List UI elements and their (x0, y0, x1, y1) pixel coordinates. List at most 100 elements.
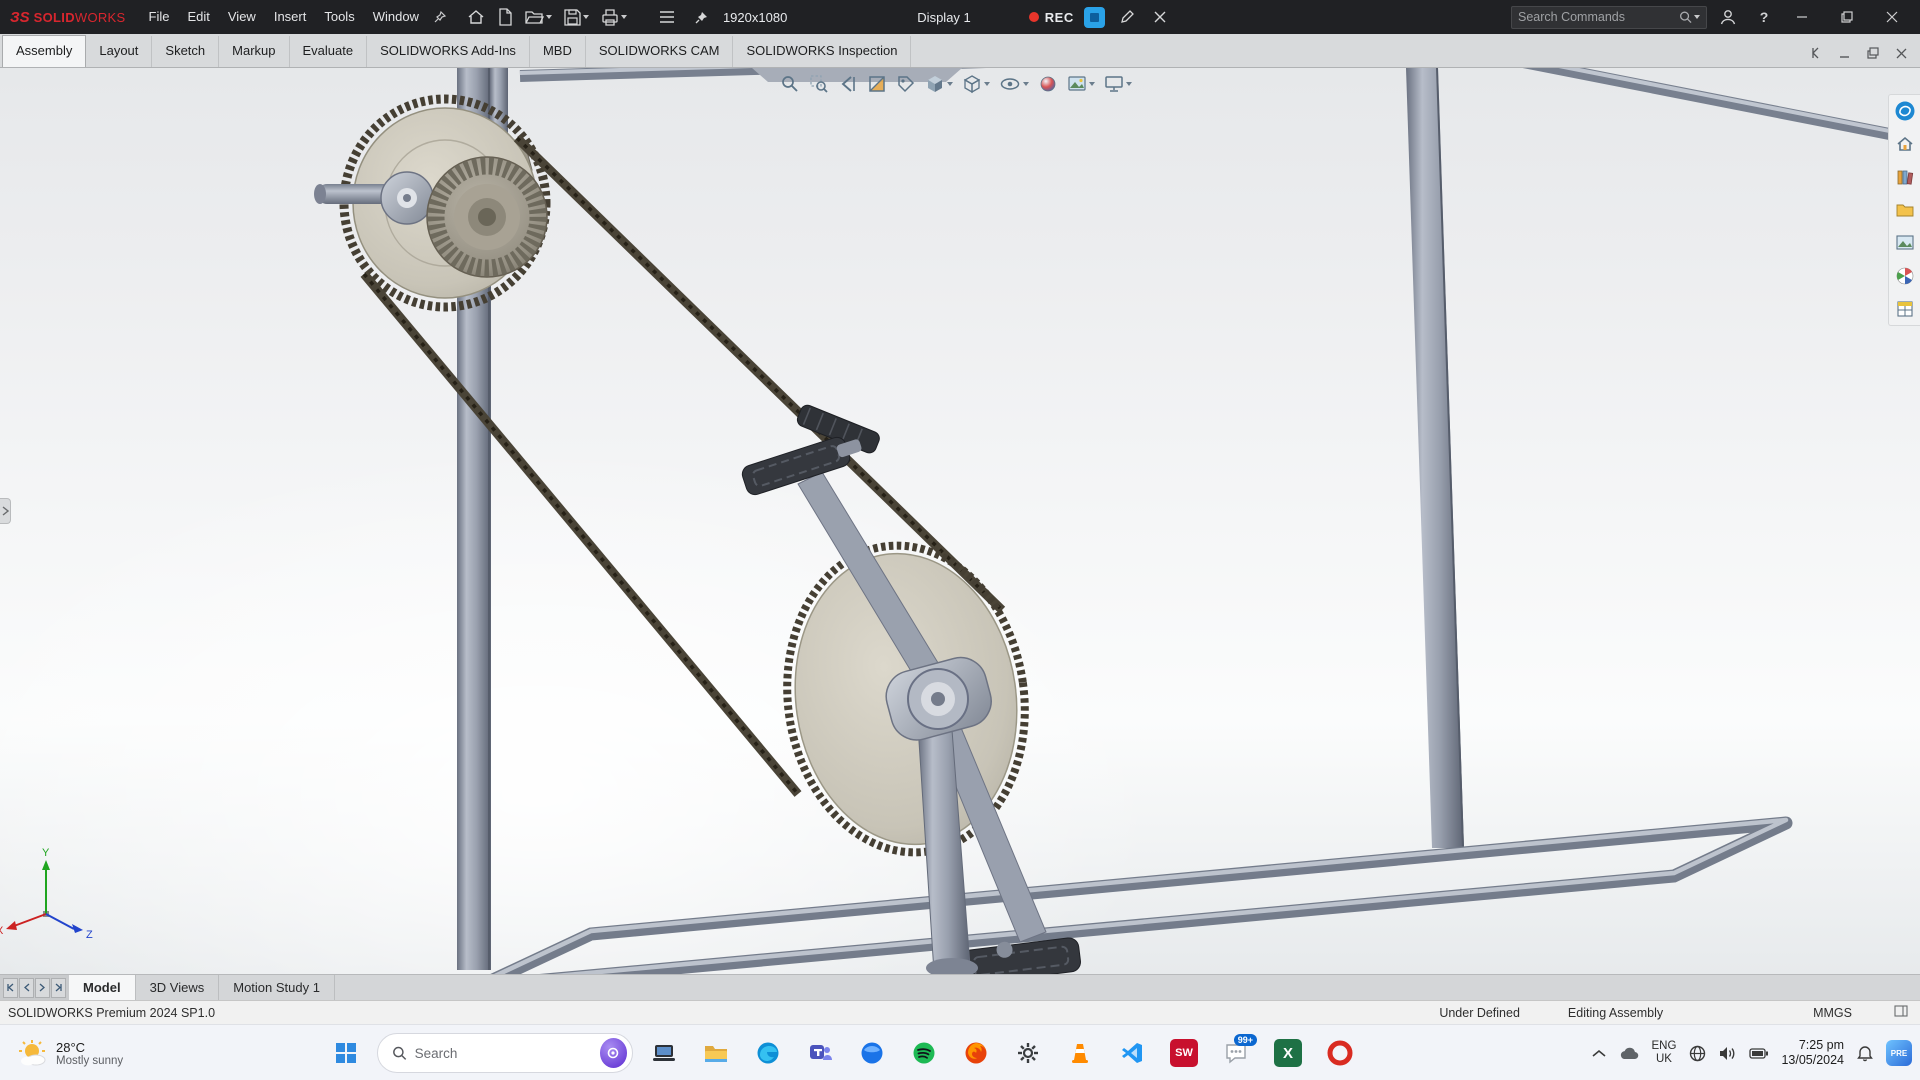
recorder-pin-icon[interactable] (690, 3, 713, 31)
clock[interactable]: 7:25 pm 13/05/2024 (1781, 1038, 1844, 1068)
volume-icon[interactable] (1719, 1046, 1736, 1061)
menu-file[interactable]: File (140, 0, 179, 34)
display-style-caret-icon[interactable] (984, 82, 990, 86)
menu-tools[interactable]: Tools (315, 0, 363, 34)
frame-post-right[interactable] (1406, 68, 1464, 848)
tab-solidworks-add-ins[interactable]: SOLIDWORKS Add-Ins (367, 36, 530, 67)
taskbar-app-vlc-icon[interactable] (1059, 1032, 1101, 1074)
taskbar-app-teams-icon[interactable] (799, 1032, 841, 1074)
zoom-to-fit-icon[interactable] (778, 72, 802, 96)
view-orientation-caret-icon[interactable] (947, 82, 953, 86)
file-explorer-pane-icon[interactable] (1893, 198, 1917, 222)
apply-scene-icon[interactable] (1065, 72, 1097, 96)
hide-show-caret-icon[interactable] (1023, 82, 1029, 86)
frame-base[interactable] (480, 820, 1786, 974)
menu-insert[interactable]: Insert (265, 0, 316, 34)
open-button[interactable] (520, 3, 557, 31)
open-caret-icon[interactable] (546, 15, 552, 19)
units-selector[interactable]: MMGS (1813, 1006, 1852, 1020)
start-button[interactable] (325, 1032, 367, 1074)
menu-window[interactable]: Window (364, 0, 428, 34)
taskbar-app-file-explorer-icon[interactable] (695, 1032, 737, 1074)
tab-assembly[interactable]: Assembly (2, 35, 86, 67)
help-icon[interactable]: ? (1749, 3, 1779, 31)
print-caret-icon[interactable] (621, 15, 627, 19)
new-document-button[interactable] (492, 3, 518, 31)
feature-manager-collapsed-tab[interactable] (0, 498, 11, 524)
taskbar-app-laptop-icon[interactable] (643, 1032, 685, 1074)
appearances-scenes-icon[interactable] (1893, 264, 1917, 288)
first-tab-button[interactable] (3, 978, 18, 998)
taskbar-app-vscode-icon[interactable] (1111, 1032, 1153, 1074)
tab-3d-views[interactable]: 3D Views (136, 975, 220, 1000)
doc-minimize-icon[interactable] (1836, 45, 1854, 61)
solidworks-resources-icon[interactable] (1893, 132, 1917, 156)
taskbar-search-input[interactable] (415, 1046, 592, 1061)
reference-triad[interactable]: Y X Z (0, 847, 93, 941)
tab-layout[interactable]: Layout (86, 36, 152, 67)
copilot-preview-icon[interactable]: PRE (1886, 1040, 1912, 1066)
close-button[interactable] (1869, 0, 1914, 34)
menu-view[interactable]: View (219, 0, 265, 34)
save-button[interactable] (559, 3, 594, 31)
tray-chevron-up-icon[interactable] (1592, 1049, 1606, 1058)
frame-top-rail[interactable] (520, 68, 1920, 140)
onedrive-icon[interactable] (1619, 1046, 1639, 1060)
tab-markup[interactable]: Markup (219, 36, 289, 67)
dynamic-annotations-icon[interactable] (894, 72, 918, 96)
search-commands-input[interactable] (1518, 10, 1679, 24)
custom-properties-icon[interactable] (1893, 297, 1917, 321)
tab-mbd[interactable]: MBD (530, 36, 586, 67)
taskbar-app-browser-icon[interactable] (851, 1032, 893, 1074)
tab-motion-study-1[interactable]: Motion Study 1 (219, 975, 335, 1000)
taskbar-app-settings-icon[interactable] (1007, 1032, 1049, 1074)
section-view-icon[interactable] (865, 72, 889, 96)
record-button[interactable]: REC (1029, 10, 1074, 25)
doc-previous-icon[interactable] (1808, 45, 1826, 61)
bevel-gear[interactable] (427, 157, 547, 277)
menu-edit[interactable]: Edit (178, 0, 218, 34)
language-indicator[interactable]: ENG UK (1652, 1040, 1677, 1066)
search-highlight-app-icon[interactable] (600, 1038, 627, 1068)
taskbar-app-solidworks-icon[interactable]: SW (1163, 1032, 1205, 1074)
apply-scene-caret-icon[interactable] (1089, 82, 1095, 86)
taskbar-app-record-icon[interactable] (1319, 1032, 1361, 1074)
3dexperience-icon[interactable] (1893, 99, 1917, 123)
tab-evaluate[interactable]: Evaluate (290, 36, 368, 67)
notifications-icon[interactable] (1857, 1045, 1873, 1062)
maximize-button[interactable] (1824, 0, 1869, 34)
view-orientation-icon[interactable] (923, 72, 955, 96)
display-style-icon[interactable] (960, 72, 992, 96)
graphics-area[interactable]: Y X Z (0, 68, 1920, 974)
taskbar-app-firefox-icon[interactable] (955, 1032, 997, 1074)
minimize-button[interactable] (1779, 0, 1824, 34)
weather-widget[interactable]: 28°C Mostly sunny (8, 1025, 133, 1080)
status-options-icon[interactable] (1894, 1005, 1908, 1020)
doc-restore-icon[interactable] (1864, 45, 1882, 61)
recorder-edit-icon[interactable] (1115, 3, 1139, 31)
tab-solidworks-cam[interactable]: SOLIDWORKS CAM (586, 36, 734, 67)
tab-model[interactable]: Model (69, 975, 136, 1000)
zoom-to-area-icon[interactable] (807, 72, 831, 96)
taskbar-app-spotify-icon[interactable] (903, 1032, 945, 1074)
search-commands-box[interactable] (1511, 6, 1707, 29)
previous-tab-button[interactable] (19, 978, 34, 998)
menu-pin-icon[interactable] (428, 3, 452, 31)
battery-icon[interactable] (1749, 1048, 1768, 1059)
tab-sketch[interactable]: Sketch (152, 36, 219, 67)
print-button[interactable] (596, 3, 632, 31)
search-scope-caret-icon[interactable] (1694, 15, 1700, 19)
tab-solidworks-inspection[interactable]: SOLIDWORKS Inspection (733, 36, 911, 67)
view-settings-caret-icon[interactable] (1126, 82, 1132, 86)
recorder-close-icon[interactable] (1149, 3, 1171, 31)
taskbar-app-chat-icon[interactable]: 99+ (1215, 1032, 1257, 1074)
next-tab-button[interactable] (35, 978, 50, 998)
last-tab-button[interactable] (51, 978, 66, 998)
user-account-icon[interactable] (1713, 3, 1743, 31)
home-button[interactable] (462, 3, 490, 31)
view-settings-icon[interactable] (1102, 72, 1134, 96)
view-palette-icon[interactable] (1893, 231, 1917, 255)
model-viewport[interactable]: Y X Z (0, 68, 1920, 974)
edit-appearance-icon[interactable] (1036, 72, 1060, 96)
previous-view-icon[interactable] (836, 72, 860, 96)
